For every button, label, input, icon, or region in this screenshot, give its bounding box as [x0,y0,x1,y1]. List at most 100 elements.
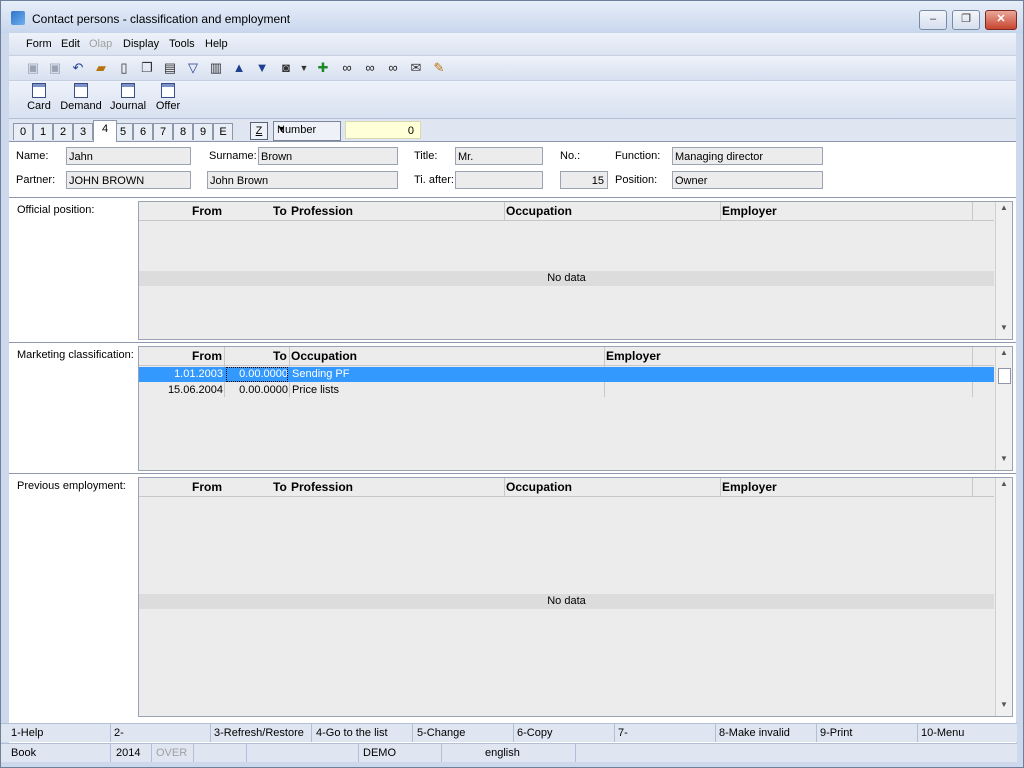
scroll-up-icon[interactable]: ▲ [996,203,1012,217]
scroll-up-icon[interactable]: ▲ [996,479,1012,493]
col-profession[interactable]: Profession [291,480,353,494]
marketing-classification-grid[interactable]: From To Occupation Employer 1.01.2003 0.… [138,346,1013,471]
number-search-field[interactable]: 0 [345,121,421,139]
menu-olap[interactable]: Olap [89,38,112,50]
name-field[interactable]: Jahn [66,147,191,165]
scroll-down-icon[interactable]: ▼ [996,700,1012,714]
col-occupation[interactable]: Occupation [506,480,572,494]
fkey-make-invalid[interactable]: 8-Make invalid [719,727,790,739]
col-to[interactable]: To [273,480,287,494]
notepad-icon[interactable]: ✎ [431,60,447,76]
offer-button[interactable]: Offer [154,83,182,112]
partner-field[interactable]: JOHN BROWN [66,171,191,189]
tab-7[interactable]: 7 [153,123,173,140]
menu-form[interactable]: Form [26,38,52,50]
table-row[interactable]: 15.06.2004 0.00.0000 Price lists [139,383,994,398]
tab-6[interactable]: 6 [133,123,153,140]
fkey-refresh[interactable]: 3-Refresh/Restore [214,727,304,739]
menu-display[interactable]: Display [123,38,159,50]
z-button[interactable]: Z [250,122,268,140]
open-icon[interactable]: ▰ [93,60,109,76]
vertical-scrollbar[interactable]: ▲ ▼ [995,478,1012,716]
col-employer[interactable]: Employer [606,349,661,363]
tab-3[interactable]: 3 [73,123,93,140]
function-field[interactable]: Managing director [672,147,823,165]
fkey-divider [816,724,817,742]
fkey-help[interactable]: 1-Help [11,727,43,739]
fkey-menu[interactable]: 10-Menu [921,727,964,739]
scroll-up-icon[interactable]: ▲ [996,348,1012,362]
tab-0[interactable]: 0 [13,123,33,140]
vertical-scrollbar[interactable]: ▲ ▼ [995,202,1012,339]
fkey-print[interactable]: 9-Print [820,727,852,739]
tab-strip: 0 1 2 3 4 5 6 7 8 9 E Z Number ▼ 0 [9,119,1016,142]
save-icon[interactable]: ▣ [25,60,41,76]
scroll-down-icon[interactable]: ▼ [996,323,1012,337]
email-icon[interactable]: ✉ [408,60,424,76]
undo-icon[interactable]: ↶ [70,60,86,76]
col-profession[interactable]: Profession [291,204,353,218]
table-row[interactable]: 1.01.2003 0.00.0000 Sending PF [139,367,994,382]
fkey-copy[interactable]: 6-Copy [517,727,552,739]
col-employer[interactable]: Employer [722,480,777,494]
tab-4[interactable]: 4 [93,120,117,142]
close-button[interactable]: ✕ [985,10,1017,30]
col-employer[interactable]: Employer [722,204,777,218]
copy-icon[interactable]: ❐ [139,60,155,76]
no-field[interactable]: 15 [560,171,608,189]
minimize-button[interactable]: – [919,10,947,30]
binoculars-icon[interactable]: ∞ [339,60,355,76]
col-from[interactable]: From [192,480,222,494]
book-icon[interactable]: ▤ [162,60,178,76]
camera-icon[interactable]: ◙ [278,60,294,76]
menu-edit[interactable]: Edit [61,38,80,50]
title-field[interactable]: Mr. [455,147,543,165]
down-arrow-icon[interactable]: ▼ [254,60,270,76]
card-button[interactable]: Card [26,83,52,112]
tab-e[interactable]: E [213,123,233,140]
fkey-divider [311,724,312,742]
marketing-grid-header: From To Occupation Employer [139,347,994,366]
previous-employment-grid[interactable]: From To Profession Occupation Employer N… [138,477,1013,717]
tab-2[interactable]: 2 [53,123,73,140]
filter-clear-icon[interactable]: ▥ [208,60,224,76]
journal-button[interactable]: Journal [109,83,147,112]
up-arrow-icon[interactable]: ▲ [231,60,247,76]
col-from[interactable]: From [192,349,222,363]
scroll-down-icon[interactable]: ▼ [996,454,1012,468]
maximize-button[interactable]: ❐ [952,10,980,30]
demand-button[interactable]: Demand [59,83,103,112]
title-bar[interactable]: Contact persons - classification and emp… [1,1,1023,33]
ti-after-field[interactable] [455,171,543,189]
fkey-change[interactable]: 5-Change [417,727,465,739]
col-occupation[interactable]: Occupation [291,349,357,363]
menu-help[interactable]: Help [205,38,228,50]
col-occupation[interactable]: Occupation [506,204,572,218]
sort-select[interactable]: Number ▼ [273,121,341,141]
fkey-go-to-list[interactable]: 4-Go to the list [316,727,388,739]
vertical-scrollbar[interactable]: ▲ ▼ [995,347,1012,470]
import-icon[interactable]: ✚ [315,60,331,76]
surname-field[interactable]: Brown [258,147,398,165]
row-employer [607,367,967,382]
filter-icon[interactable]: ▽ [185,60,201,76]
partner-name-field[interactable]: John Brown [207,171,398,189]
new-icon[interactable]: ▯ [116,60,132,76]
position-field[interactable]: Owner [672,171,823,189]
official-position-grid[interactable]: From To Profession Occupation Employer N… [138,201,1013,340]
scroll-thumb[interactable] [998,368,1011,384]
tab-1[interactable]: 1 [33,123,53,140]
fkey-2[interactable]: 2- [114,727,124,739]
binoculars-prev-icon[interactable]: ∞ [385,60,401,76]
tab-9[interactable]: 9 [193,123,213,140]
dropdown-icon[interactable]: ▼ [296,60,312,76]
col-to[interactable]: To [273,349,287,363]
col-to[interactable]: To [273,204,287,218]
binoculars-next-icon[interactable]: ∞ [362,60,378,76]
menu-tools[interactable]: Tools [169,38,195,50]
fkey-7[interactable]: 7- [618,727,628,739]
tab-8[interactable]: 8 [173,123,193,140]
col-from[interactable]: From [192,204,222,218]
no-data-message: No data [139,271,994,286]
save-all-icon[interactable]: ▣ [47,60,63,76]
